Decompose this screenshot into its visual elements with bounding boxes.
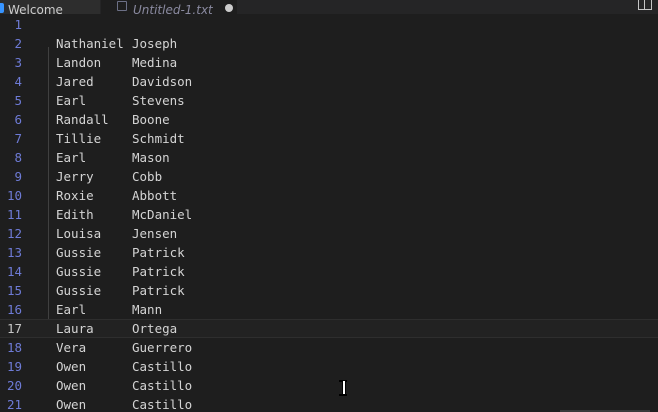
line-number: 15 xyxy=(6,283,22,298)
editor-line[interactable]: 7 Tillie Schmidt xyxy=(0,129,658,148)
first-name-text: Tillie xyxy=(56,131,102,146)
last-name-text: Boone xyxy=(132,112,170,127)
line-number: 10 xyxy=(6,188,22,203)
line-number: 17 xyxy=(6,321,22,336)
line-number: 19 xyxy=(6,359,22,374)
editor-line[interactable]: 3 Landon Medina xyxy=(0,53,658,72)
editor-line[interactable]: 5 Earl Stevens xyxy=(0,91,658,110)
editor-line[interactable]: 15 Gussie Patrick xyxy=(0,281,658,300)
line-number: 12 xyxy=(6,226,22,241)
last-name-text: Patrick xyxy=(132,245,185,260)
editor-line[interactable]: 12 Louisa Jensen xyxy=(0,224,658,243)
first-name-text: Jerry xyxy=(56,169,94,184)
line-number: 6 xyxy=(14,112,22,127)
first-name-text: Owen xyxy=(56,397,87,412)
last-name-text: Castillo xyxy=(132,397,193,412)
line-number: 2 xyxy=(14,36,22,51)
first-name-text: Randall xyxy=(56,112,109,127)
editor-line[interactable]: 1 xyxy=(0,15,658,34)
line-number: 13 xyxy=(6,245,22,260)
editor-line[interactable]: 13 Gussie Patrick xyxy=(0,243,658,262)
editor-line[interactable]: 17 Laura Ortega xyxy=(0,319,658,338)
last-name-text: Joseph xyxy=(132,36,178,51)
first-name-text: Jared xyxy=(56,74,94,89)
first-name-text: Roxie xyxy=(56,188,94,203)
editor-line[interactable]: 14 Gussie Patrick xyxy=(0,262,658,281)
line-number: 5 xyxy=(14,93,22,108)
file-icon xyxy=(117,1,127,11)
first-name-text: Nathaniel xyxy=(56,36,124,51)
split-editor-icon[interactable] xyxy=(638,0,652,10)
text-editor[interactable]: 1 2 Nathaniel Joseph 3 Landon Medina 4 Jared Davi… xyxy=(0,14,658,412)
last-name-text: Medina xyxy=(132,55,178,70)
last-name-text: Castillo xyxy=(132,378,193,393)
editor-line[interactable]: 18 Vera Guerrero xyxy=(0,338,658,357)
line-number: 8 xyxy=(14,150,22,165)
tab-welcome-label: Welcome xyxy=(8,3,63,14)
line-number: 1 xyxy=(14,17,22,32)
first-name-text: Owen xyxy=(56,359,87,374)
first-name-text: Vera xyxy=(56,340,87,355)
last-name-text: Davidson xyxy=(132,74,193,89)
last-name-text: Mann xyxy=(132,302,163,317)
tab-bar: Welcome Untitled-1.txt xyxy=(0,0,658,14)
last-name-text: Schmidt xyxy=(132,131,185,146)
last-name-text: Patrick xyxy=(132,283,185,298)
editor-line[interactable]: 10 Roxie Abbott xyxy=(0,186,658,205)
line-number: 18 xyxy=(6,340,22,355)
first-name-text: Earl xyxy=(56,302,87,317)
line-number: 4 xyxy=(14,74,22,89)
line-number: 3 xyxy=(14,55,22,70)
last-name-text: Stevens xyxy=(132,93,185,108)
line-number: 20 xyxy=(6,378,22,393)
line-number: 9 xyxy=(14,169,22,184)
first-name-text: Gussie xyxy=(56,283,102,298)
last-name-text: Cobb xyxy=(132,169,163,184)
first-name-text: Owen xyxy=(56,378,87,393)
editor-line[interactable]: 8 Earl Mason xyxy=(0,148,658,167)
editor-line[interactable]: 19 Owen Castillo xyxy=(0,357,658,376)
last-name-text: Patrick xyxy=(132,264,185,279)
first-name-text: Earl xyxy=(56,150,87,165)
editor-window: Welcome Untitled-1.txt 1 2 Nathaniel Joseph… xyxy=(0,0,658,412)
line-number: 16 xyxy=(6,302,22,317)
first-name-text: Gussie xyxy=(56,264,102,279)
editor-line[interactable]: 6 Randall Boone xyxy=(0,110,658,129)
last-name-text: Guerrero xyxy=(132,340,193,355)
first-name-text: Gussie xyxy=(56,245,102,260)
editor-line[interactable]: 9 Jerry Cobb xyxy=(0,167,658,186)
text-cursor-icon xyxy=(338,380,348,396)
last-name-text: Ortega xyxy=(132,321,178,336)
editor-line[interactable]: 16 Earl Mann xyxy=(0,300,658,319)
first-name-text: Landon xyxy=(56,55,102,70)
last-name-text: Mason xyxy=(132,150,170,165)
editor-line[interactable]: 4 Jared Davidson xyxy=(0,72,658,91)
unsaved-dot-icon[interactable] xyxy=(224,4,233,12)
last-name-text: Jensen xyxy=(132,226,178,241)
first-name-text: Laura xyxy=(56,321,94,336)
vscode-logo-icon xyxy=(0,3,4,13)
line-number: 11 xyxy=(6,207,22,222)
tab-untitled-label: Untitled-1.txt xyxy=(133,3,213,14)
tab-welcome[interactable]: Welcome xyxy=(0,0,100,14)
last-name-text: Abbott xyxy=(132,188,178,203)
editor-line[interactable]: 20 Owen Castillo xyxy=(0,376,658,395)
first-name-text: Edith xyxy=(56,207,94,222)
tab-untitled[interactable]: Untitled-1.txt xyxy=(101,0,237,14)
first-name-text: Earl xyxy=(56,93,87,108)
line-number: 21 xyxy=(6,397,22,412)
editor-line[interactable]: 2 Nathaniel Joseph xyxy=(0,34,658,53)
last-name-text: Castillo xyxy=(132,359,193,374)
line-number: 7 xyxy=(14,131,22,146)
first-name-text: Louisa xyxy=(56,226,102,241)
line-number: 14 xyxy=(6,264,22,279)
editor-line[interactable]: 11 Edith McDaniel xyxy=(0,205,658,224)
last-name-text: McDaniel xyxy=(132,207,193,222)
